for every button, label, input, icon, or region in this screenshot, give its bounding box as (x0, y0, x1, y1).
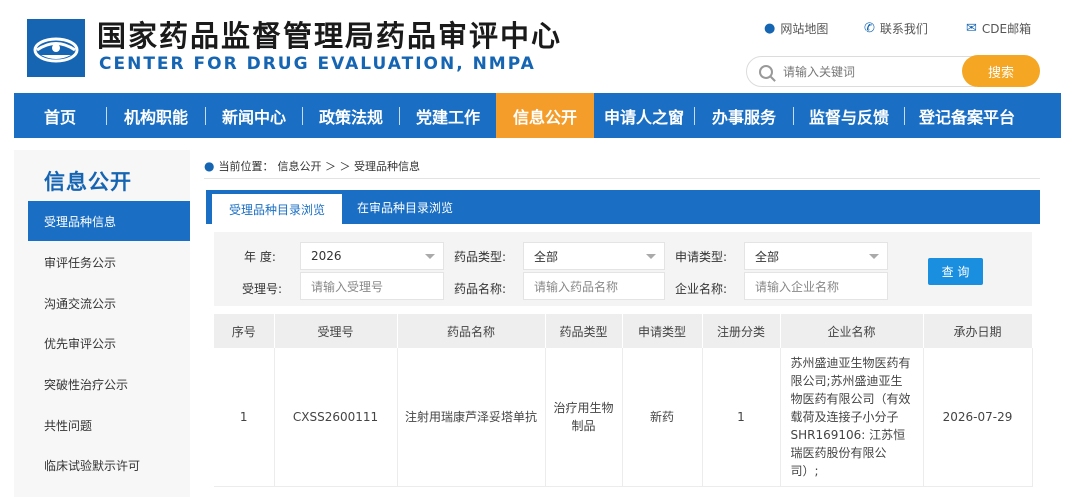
breadcrumb: ● 当前位置： 信息公开 ＞ ＞ 受理品种信息 (204, 158, 420, 174)
chevron-down-icon (425, 254, 435, 259)
cell-accept-no: CXSS2600111 (274, 348, 398, 487)
table-row[interactable]: 1 CXSS2600111 注射用瑞康芦泽妥塔单抗 治疗用生物制品 新药 1 苏… (214, 348, 1033, 487)
drug-name-label: 药品名称: (454, 282, 507, 296)
search-icon (759, 64, 773, 79)
year-label: 年 度: (244, 250, 276, 264)
mail-link[interactable]: ✉ CDE邮箱 (966, 20, 1031, 37)
breadcrumb-divider (204, 178, 1040, 179)
col-header-company: 企业名称 (780, 314, 924, 348)
mail-icon: ✉ (966, 21, 977, 36)
site-subtitle: CENTER FOR DRUG EVALUATION, NMPA (99, 54, 536, 74)
cell-index: 1 (214, 348, 275, 487)
site-header: 国家药品监督管理局药品审评中心 CENTER FOR DRUG EVALUATI… (0, 0, 1080, 92)
year-value: 2026 (311, 249, 342, 263)
sidebar-item-accepted-varieties[interactable]: 受理品种信息 (28, 201, 190, 241)
sidebar-item-communication[interactable]: 沟通交流公示 (28, 283, 190, 323)
sidebar-item-clinical-trial[interactable]: 临床试验默示许可 (28, 445, 190, 485)
sidebar-title: 信息公开 (44, 170, 132, 194)
sitemap-label: 网站地图 (780, 22, 829, 36)
breadcrumb-path[interactable]: 信息公开 ＞ ＞ 受理品种信息 (277, 158, 420, 174)
tab-accepted-catalog[interactable]: 受理品种目录浏览 (212, 194, 342, 224)
nav-functions[interactable]: 机构职能 (107, 93, 205, 138)
chevron-down-icon (646, 254, 656, 259)
nav-info-public[interactable]: 信息公开 (496, 93, 594, 138)
apply-type-value: 全部 (755, 249, 780, 264)
mail-label: CDE邮箱 (981, 22, 1032, 36)
cell-reg-class: 1 (702, 348, 781, 487)
tab-under-review-catalog[interactable]: 在审品种目录浏览 (346, 190, 464, 224)
company-input[interactable]: 请输入企业名称 (744, 272, 888, 300)
drug-name-input[interactable]: 请输入药品名称 (523, 272, 665, 300)
nav-policy[interactable]: 政策法规 (303, 93, 399, 138)
main-nav: 首页 机构职能 新闻中心 政策法规 党建工作 信息公开 申请人之窗 办事服务 监… (14, 93, 1061, 138)
col-header-index: 序号 (214, 314, 275, 348)
phone-icon: ✆ (864, 21, 875, 36)
nav-services[interactable]: 办事服务 (695, 93, 793, 138)
nav-party[interactable]: 党建工作 (400, 93, 496, 138)
col-header-drug-name: 药品名称 (397, 314, 546, 348)
query-button[interactable]: 查 询 (928, 258, 983, 285)
cell-drug-type: 治疗用生物制品 (545, 348, 623, 487)
cell-drug-name: 注射用瑞康芦泽妥塔单抗 (397, 348, 546, 487)
col-header-reg-class: 注册分类 (702, 314, 781, 348)
apply-type-select[interactable]: 全部 (744, 242, 888, 270)
drug-type-select[interactable]: 全部 (523, 242, 665, 270)
sidebar-item-common-issues[interactable]: 共性问题 (28, 405, 190, 445)
col-header-date: 承办日期 (923, 314, 1033, 348)
nav-applicant[interactable]: 申请人之窗 (594, 93, 694, 138)
table-header-row: 序号 受理号 药品名称 药品类型 申请类型 注册分类 企业名称 承办日期 (214, 314, 1033, 348)
search-input[interactable] (783, 64, 953, 79)
results-table: 序号 受理号 药品名称 药品类型 申请类型 注册分类 企业名称 承办日期 1 C… (214, 314, 1033, 487)
filter-panel: 年 度: 2026 药品类型: 全部 申请类型: 全部 受理号: 请输入受理号 … (214, 232, 1032, 306)
contact-link[interactable]: ✆ 联系我们 (864, 20, 928, 37)
col-header-accept-no: 受理号 (274, 314, 398, 348)
col-header-drug-type: 药品类型 (545, 314, 623, 348)
apply-type-label: 申请类型: (675, 250, 728, 264)
nav-home[interactable]: 首页 (14, 93, 106, 138)
accept-no-input[interactable]: 请输入受理号 (300, 272, 444, 300)
sidebar-item-review-tasks[interactable]: 审评任务公示 (28, 242, 190, 282)
nav-registration[interactable]: 登记备案平台 (905, 93, 1029, 138)
tab-bar: 受理品种目录浏览 在审品种目录浏览 (206, 190, 1040, 224)
drug-type-value: 全部 (534, 249, 559, 264)
location-pin-icon: ● (204, 159, 215, 173)
chevron-down-icon (869, 254, 879, 259)
accept-no-label: 受理号: (242, 282, 283, 296)
nav-news[interactable]: 新闻中心 (206, 93, 302, 138)
company-label: 企业名称: (675, 282, 728, 296)
breadcrumb-prefix: 当前位置： (218, 160, 274, 173)
contact-label: 联系我们 (879, 22, 928, 36)
cell-apply-type: 新药 (622, 348, 703, 487)
cde-logo[interactable] (27, 19, 85, 77)
col-header-apply-type: 申请类型 (622, 314, 703, 348)
drug-type-label: 药品类型: (454, 250, 507, 264)
sidebar-item-breakthrough[interactable]: 突破性治疗公示 (28, 364, 190, 404)
map-pin-icon: ● (764, 21, 776, 36)
cell-company: 苏州盛迪亚生物医药有限公司;苏州盛迪亚生物医药有限公司（有效载荷及连接子小分子S… (780, 348, 924, 487)
sitemap-link[interactable]: ● 网站地图 (764, 20, 828, 37)
year-select[interactable]: 2026 (300, 242, 444, 270)
nav-feedback[interactable]: 监督与反馈 (794, 93, 904, 138)
search-button[interactable]: 搜索 (962, 55, 1040, 87)
sidebar-item-priority-review[interactable]: 优先审评公示 (28, 323, 190, 363)
search-box (746, 56, 976, 87)
sidebar: 信息公开 受理品种信息 审评任务公示 沟通交流公示 优先审评公示 突破性治疗公示… (14, 150, 190, 497)
site-title: 国家药品监督管理局药品审评中心 (97, 19, 563, 53)
cell-date: 2026-07-29 (923, 348, 1033, 487)
